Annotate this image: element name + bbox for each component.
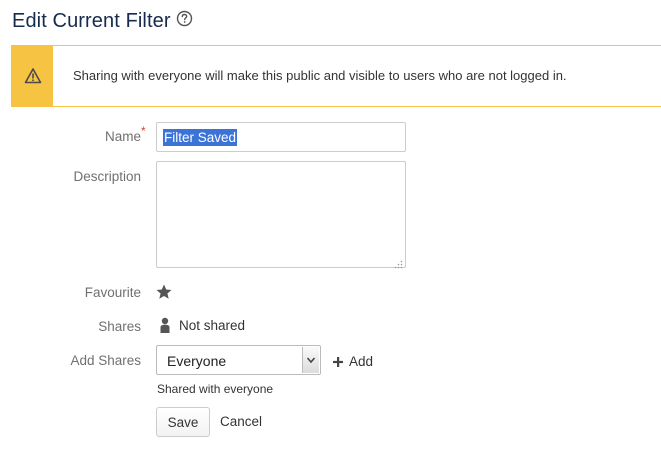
favourite-label: Favourite [84, 285, 141, 300]
warning-banner: Sharing with everyone will make this pub… [11, 45, 661, 107]
header: Edit Current Filter [12, 8, 193, 34]
required-marker: * [141, 124, 146, 138]
name-input[interactable]: Filter Saved [156, 122, 406, 152]
name-label: Name [104, 129, 141, 144]
add-shares-label: Add Shares [70, 353, 141, 368]
page-title: Edit Current Filter [12, 9, 171, 32]
warning-icon [24, 67, 42, 85]
plus-icon [332, 355, 344, 367]
share-type-selected: Everyone [167, 353, 227, 369]
add-share-label: Add [349, 353, 374, 369]
chevron-down-icon[interactable] [302, 347, 319, 373]
person-icon [158, 317, 172, 334]
share-help-text: Shared with everyone [157, 382, 274, 396]
shares-value: Not shared [179, 318, 246, 333]
save-button[interactable]: Save [156, 407, 210, 437]
star-icon[interactable] [155, 283, 173, 301]
description-label: Description [73, 169, 141, 184]
warning-strip [12, 46, 53, 106]
resize-grip-icon[interactable] [394, 256, 403, 269]
description-textarea[interactable] [156, 161, 406, 269]
add-share-button[interactable]: Add [332, 352, 373, 370]
warning-message: Sharing with everyone will make this pub… [73, 68, 567, 83]
help-circle-icon[interactable] [176, 10, 193, 27]
shares-label: Shares [98, 319, 141, 334]
cancel-link[interactable]: Cancel [220, 414, 262, 429]
share-type-select[interactable]: Everyone [156, 345, 321, 375]
name-value[interactable]: Filter Saved [163, 128, 238, 146]
